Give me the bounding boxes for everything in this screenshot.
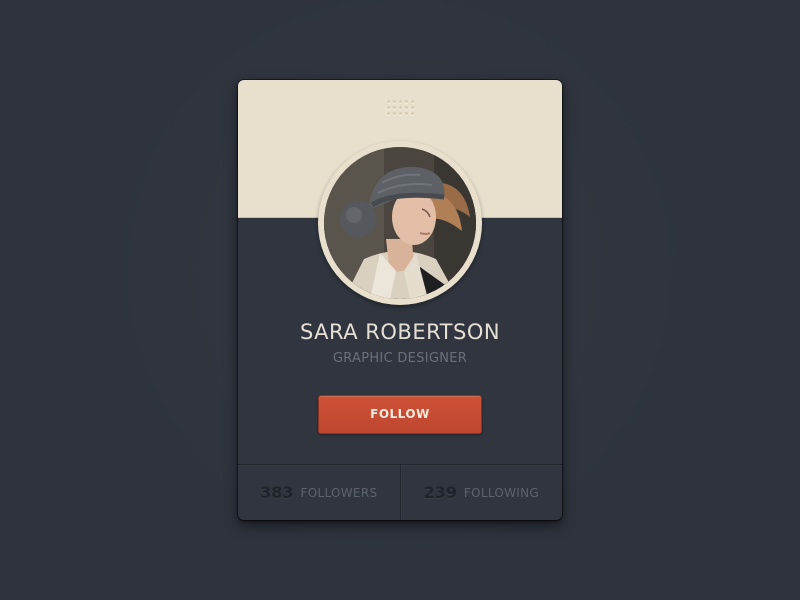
- following-count: 239: [423, 483, 457, 502]
- followers-count: 383: [260, 483, 294, 502]
- follow-button[interactable]: FOLLOW: [318, 395, 482, 434]
- following-label: FOLLOWING: [463, 485, 540, 500]
- profile-card: SARA ROBERTSON GRAPHIC DESIGNER FOLLOW 3…: [238, 80, 562, 520]
- profile-title: GRAPHIC DESIGNER: [332, 351, 468, 366]
- profile-name: SARA ROBERTSON: [299, 320, 501, 344]
- following-stat[interactable]: 239 FOLLOWING: [399, 465, 563, 520]
- avatar[interactable]: [324, 147, 476, 299]
- followers-stat[interactable]: 383 FOLLOWERS: [238, 465, 400, 520]
- stats-bar: 383 FOLLOWERS 239 FOLLOWING: [238, 464, 562, 520]
- avatar-frame: [318, 141, 482, 305]
- drag-handle-icon[interactable]: [387, 100, 415, 120]
- followers-label: FOLLOWERS: [300, 485, 378, 500]
- avatar-photo-icon: [324, 147, 476, 299]
